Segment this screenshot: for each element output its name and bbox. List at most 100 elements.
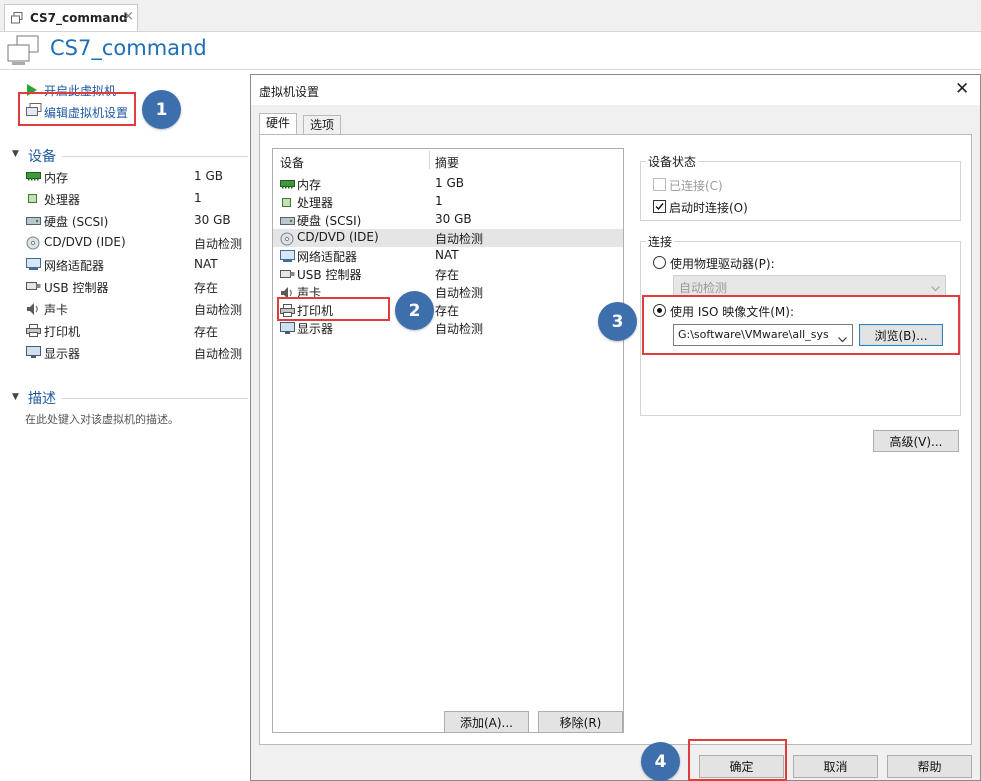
device-row[interactable]: 网络适配器 NAT: [26, 257, 248, 275]
hardware-summary: 自动检测: [435, 322, 484, 336]
device-name: 处理器: [44, 193, 81, 207]
device-name: 声卡: [44, 303, 69, 317]
description-section-title: 描述: [28, 391, 56, 407]
device-row[interactable]: CD/DVD (IDE) 自动检测: [26, 235, 248, 253]
device-row[interactable]: 硬盘 (SCSI) 30 GB: [26, 213, 248, 231]
hardware-name: 处理器: [297, 196, 334, 210]
hardware-summary: 1: [435, 194, 443, 208]
cancel-button[interactable]: 取消: [793, 755, 878, 778]
hardware-name: 硬盘 (SCSI): [297, 214, 362, 228]
hardware-row[interactable]: CD/DVD (IDE) 自动检测: [273, 229, 623, 247]
physical-drive-select[interactable]: 自动检测: [673, 275, 946, 297]
device-name: 硬盘 (SCSI): [44, 215, 109, 229]
vm-tab[interactable]: CS7_command ×: [4, 4, 138, 31]
hardware-summary: 存在: [435, 304, 460, 318]
column-separator: [429, 151, 430, 169]
connected-label: 已连接(C): [669, 179, 723, 193]
device-name: 显示器: [44, 347, 81, 361]
hardware-name: CD/DVD (IDE): [297, 230, 379, 244]
hardware-row[interactable]: 处理器 1: [273, 193, 623, 211]
tab-hardware[interactable]: 硬件: [259, 113, 298, 135]
description-placeholder[interactable]: 在此处键入对该虚拟机的描述。: [25, 411, 179, 427]
device-value: 存在: [194, 281, 219, 295]
radio-button: [653, 256, 666, 269]
vm-summary-panel: 开启此虚拟机 编辑虚拟机设置 1 ▼ 设备 内存 1 GB 处理器 1 硬盘 (SCSI…: [0, 70, 250, 781]
device-status-title: 设备状态: [646, 153, 699, 170]
vm-icon: [11, 12, 23, 24]
memory-icon: [26, 170, 42, 183]
remove-device-button[interactable]: 移除(R): [538, 711, 623, 733]
hardware-row[interactable]: 内存 1 GB: [273, 175, 623, 193]
device-value: 1 GB: [194, 169, 223, 183]
hardware-summary: NAT: [435, 248, 459, 262]
section-divider: [62, 156, 248, 157]
hardware-summary: 1 GB: [435, 176, 464, 190]
display-icon: [26, 346, 42, 359]
device-row[interactable]: 处理器 1: [26, 191, 248, 209]
hardware-row[interactable]: USB 控制器 存在: [273, 265, 623, 283]
device-row[interactable]: 打印机 存在: [26, 323, 248, 341]
hardware-summary: 自动检测: [435, 232, 484, 246]
device-value: NAT: [194, 257, 218, 271]
close-icon[interactable]: ×: [123, 9, 134, 24]
column-header-device[interactable]: 设备: [280, 154, 304, 171]
edit-vm-settings-label: 编辑虚拟机设置: [44, 106, 129, 120]
device-name: 网络适配器: [44, 259, 105, 273]
hardware-tab-panel: 设备 摘要 内存 1 GB 处理器 1 硬盘 (SCSI) 30 GB CD/DVD (ID…: [259, 134, 972, 745]
network-adapter-icon: [26, 258, 42, 271]
device-row[interactable]: 内存 1 GB: [26, 169, 248, 187]
collapse-icon[interactable]: ▼: [12, 392, 19, 402]
hardware-summary: 30 GB: [435, 212, 472, 226]
device-value: 自动检测: [194, 303, 243, 317]
device-row[interactable]: 显示器 自动检测: [26, 345, 248, 363]
device-value: 存在: [194, 325, 219, 339]
processor-icon: [280, 196, 295, 208]
sound-card-icon: [26, 302, 42, 315]
browse-button[interactable]: 浏览(B)...: [859, 324, 943, 346]
iso-path-combobox[interactable]: G:\software\VMware\all_sys: [673, 324, 853, 346]
dialog-titlebar: 虚拟机设置 ✕: [251, 75, 980, 105]
device-name: CD/DVD (IDE): [44, 235, 126, 249]
vm-icon: [6, 35, 40, 67]
close-icon[interactable]: ✕: [955, 79, 969, 99]
memory-icon: [280, 178, 295, 190]
add-device-button[interactable]: 添加(A)...: [444, 711, 529, 733]
page-title: CS7_command: [50, 36, 207, 60]
device-value: 自动检测: [194, 237, 243, 251]
device-row[interactable]: USB 控制器 存在: [26, 279, 248, 297]
collapse-icon[interactable]: ▼: [12, 149, 19, 159]
device-value: 自动检测: [194, 347, 243, 361]
device-value: 1: [194, 191, 202, 205]
tab-strip: CS7_command ×: [0, 0, 981, 32]
chevron-down-icon: [838, 332, 847, 346]
physical-drive-label: 使用物理驱动器(P):: [670, 257, 775, 271]
column-header-summary[interactable]: 摘要: [435, 154, 459, 171]
usb-icon: [280, 268, 295, 280]
radio-button: [653, 304, 666, 317]
connection-title: 连接: [646, 233, 675, 250]
vm-settings-dialog: 虚拟机设置 ✕ 硬件 选项 设备 摘要 内存 1 GB 处理器 1 硬盘 (SCSI) 3…: [250, 74, 981, 781]
hardware-row[interactable]: 网络适配器 NAT: [273, 247, 623, 265]
usb-icon: [26, 280, 42, 293]
cd-dvd-icon: [280, 232, 295, 246]
device-name: 打印机: [44, 325, 81, 339]
vm-settings-icon: [26, 103, 42, 120]
help-button[interactable]: 帮助: [887, 755, 972, 778]
device-row[interactable]: 声卡 自动检测: [26, 301, 248, 319]
hardware-summary: 自动检测: [435, 286, 484, 300]
chevron-down-icon: [931, 281, 940, 295]
display-icon: [280, 322, 295, 334]
tab-options[interactable]: 选项: [303, 115, 342, 134]
physical-drive-value: 自动检测: [679, 281, 728, 295]
hardware-name: USB 控制器: [297, 268, 362, 282]
iso-path-value: G:\software\VMware\all_sys: [678, 328, 829, 341]
highlight-box-4: [688, 739, 787, 781]
advanced-button[interactable]: 高级(V)...: [873, 430, 959, 452]
dialog-title: 虚拟机设置: [259, 85, 320, 99]
processor-icon: [26, 192, 42, 205]
hardware-row[interactable]: 显示器 自动检测: [273, 319, 623, 337]
checkbox-box: [653, 178, 666, 191]
hardware-row[interactable]: 硬盘 (SCSI) 30 GB: [273, 211, 623, 229]
connect-on-power-on-label: 启动时连接(O): [669, 201, 748, 215]
step-bubble-4: 4: [641, 742, 680, 781]
